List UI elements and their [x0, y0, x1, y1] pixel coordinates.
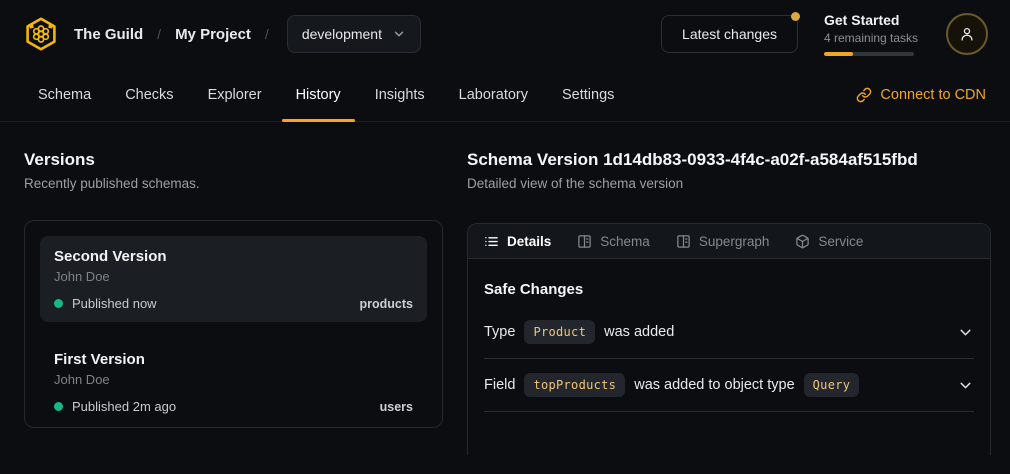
tab-explorer[interactable]: Explorer — [194, 68, 276, 121]
versions-title: Versions — [24, 149, 443, 171]
notification-dot-icon — [791, 12, 800, 21]
code-pill: topProducts — [524, 373, 625, 397]
tab-label: Service — [818, 234, 863, 249]
version-author: John Doe — [54, 371, 413, 388]
main-content: Versions Recently published schemas. Sec… — [0, 122, 1010, 474]
schema-version-panel: Schema Version 1d14db83-0933-4f4c-a02f-a… — [467, 122, 991, 455]
version-service-name: users — [380, 400, 413, 414]
version-status: Published 2m ago — [72, 399, 176, 414]
app-root: The Guild / My Project / development Lat… — [0, 0, 1010, 474]
tab-label: Schema — [600, 234, 650, 249]
change-text: was added to object type — [634, 377, 794, 393]
safe-changes-title: Safe Changes — [484, 280, 974, 299]
detail-tab-bar: Details Schema Supergraph — [468, 224, 990, 259]
latest-changes-button[interactable]: Latest changes — [661, 15, 798, 53]
change-text: Field — [484, 377, 515, 393]
user-avatar[interactable] — [946, 13, 988, 55]
latest-changes-label: Latest changes — [682, 26, 777, 42]
published-dot-icon — [54, 299, 63, 308]
get-started-subtitle: 4 remaining tasks — [824, 31, 920, 46]
chevron-down-icon[interactable] — [957, 377, 974, 394]
tab-service[interactable]: Service — [795, 234, 863, 249]
tab-schema[interactable]: Schema — [24, 68, 105, 121]
chevron-down-icon[interactable] — [957, 324, 974, 341]
columns-icon — [577, 234, 592, 249]
schema-version-card: Details Schema Supergraph — [467, 223, 991, 455]
get-started-title: Get Started — [824, 12, 920, 29]
version-status-row: Published 2m ago users — [54, 399, 413, 414]
top-header: The Guild / My Project / development Lat… — [0, 0, 1010, 68]
cube-icon — [795, 234, 810, 249]
version-status-row: Published now products — [54, 296, 413, 311]
tab-laboratory[interactable]: Laboratory — [445, 68, 542, 121]
target-selector-value: development — [302, 26, 382, 42]
versions-list: Second Version John Doe Published now pr… — [24, 220, 443, 428]
breadcrumb-separator: / — [157, 26, 161, 42]
link-icon — [856, 87, 872, 103]
breadcrumb-separator: / — [265, 26, 269, 42]
person-icon — [958, 25, 976, 43]
chevron-down-icon — [392, 27, 406, 41]
version-title: First Version — [54, 350, 413, 369]
version-service-name: products — [360, 297, 413, 311]
versions-subtitle: Recently published schemas. — [24, 175, 443, 193]
tab-settings[interactable]: Settings — [548, 68, 628, 121]
main-nav: Schema Checks Explorer History Insights … — [0, 68, 1010, 122]
schema-version-title: Schema Version 1d14db83-0933-4f4c-a02f-a… — [467, 149, 991, 171]
version-item-first[interactable]: First Version John Doe Published 2m ago … — [40, 339, 427, 425]
version-title: Second Version — [54, 247, 413, 266]
version-status: Published now — [72, 296, 157, 311]
change-row-field-added[interactable]: Field topProducts was added to object ty… — [484, 359, 974, 412]
code-pill: Query — [804, 373, 860, 397]
get-started-progress-bar — [824, 52, 914, 56]
tab-checks[interactable]: Checks — [111, 68, 187, 121]
tab-label: Supergraph — [699, 234, 770, 249]
schema-version-subtitle: Detailed view of the schema version — [467, 175, 991, 193]
tab-details[interactable]: Details — [484, 234, 551, 249]
breadcrumb-org[interactable]: The Guild — [74, 26, 143, 43]
target-selector[interactable]: development — [287, 15, 421, 53]
connect-cdn-label: Connect to CDN — [880, 87, 986, 103]
hive-logo-icon[interactable] — [22, 15, 60, 53]
code-pill: Product — [524, 320, 595, 344]
version-author: John Doe — [54, 268, 413, 285]
tab-insights[interactable]: Insights — [361, 68, 439, 121]
breadcrumb-project[interactable]: My Project — [175, 26, 251, 43]
versions-panel: Versions Recently published schemas. Sec… — [24, 122, 443, 428]
change-row-type-added[interactable]: Type Product was added — [484, 306, 974, 359]
tab-label: Details — [507, 234, 551, 249]
tab-history[interactable]: History — [282, 68, 355, 121]
change-text: Type — [484, 324, 515, 340]
connect-cdn-link[interactable]: Connect to CDN — [856, 68, 986, 121]
tab-schema-detail[interactable]: Schema — [577, 234, 650, 249]
breadcrumb: The Guild / My Project / development — [22, 15, 421, 53]
change-text: was added — [604, 324, 674, 340]
main-nav-tabs: Schema Checks Explorer History Insights … — [24, 68, 628, 121]
list-icon — [484, 234, 499, 249]
header-right: Latest changes Get Started 4 remaining t… — [661, 12, 988, 56]
tab-supergraph[interactable]: Supergraph — [676, 234, 770, 249]
progress-fill — [824, 52, 853, 56]
version-item-second[interactable]: Second Version John Doe Published now pr… — [40, 236, 427, 322]
detail-body: Safe Changes Type Product was added Fiel… — [468, 280, 990, 412]
columns-icon — [676, 234, 691, 249]
published-dot-icon — [54, 402, 63, 411]
get-started-widget[interactable]: Get Started 4 remaining tasks — [824, 12, 920, 56]
